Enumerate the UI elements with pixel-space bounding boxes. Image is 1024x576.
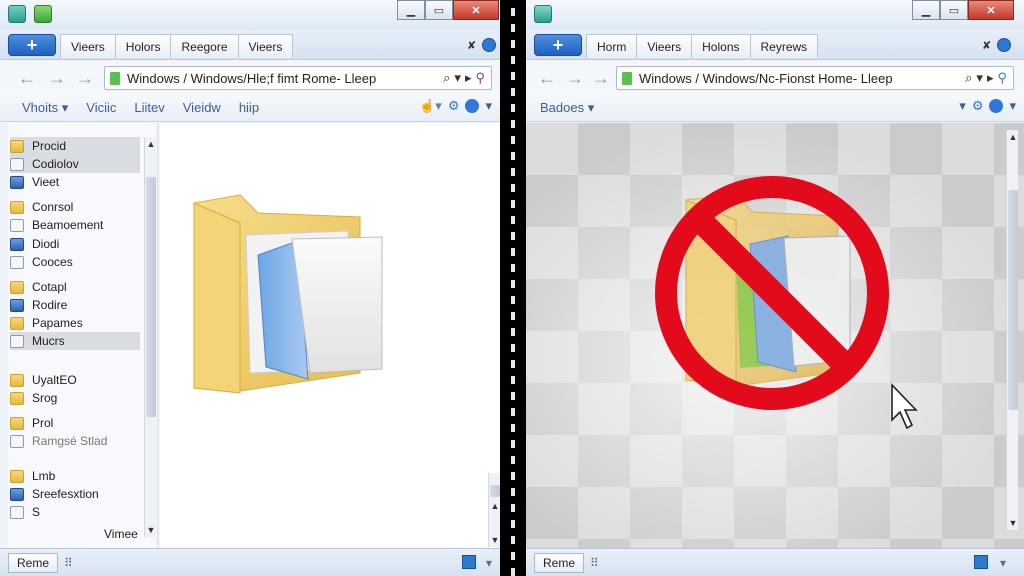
app-icon	[34, 5, 52, 23]
document-icon	[10, 334, 24, 348]
app-icon	[10, 487, 24, 501]
tab[interactable]: Reegore	[170, 34, 239, 58]
nav-item[interactable]: Diodi	[10, 235, 59, 253]
no-entry-icon	[655, 176, 918, 430]
nav-item[interactable]: Cooces	[10, 253, 73, 271]
folder-icon	[10, 316, 24, 330]
view-tiles-icon[interactable]	[974, 555, 988, 569]
nav-item[interactable]: Papames	[10, 314, 83, 332]
close-button[interactable]: ✕	[453, 0, 499, 20]
nav-footer-label: Vimee	[104, 527, 138, 541]
nav-item[interactable]: Procid	[10, 137, 140, 155]
forward-arrow-icon[interactable]: →	[76, 68, 94, 89]
document-icon	[10, 505, 24, 519]
dropdown-icon[interactable]: ▾	[1000, 556, 1016, 570]
address-bar[interactable]: Windows / Windows/Hle;f fimt Rome- Lleep…	[104, 66, 492, 90]
address-text: Windows / Windows/Hle;f fimt Rome- Lleep	[127, 70, 377, 86]
folder-icon	[10, 391, 24, 405]
app-icon	[10, 298, 24, 312]
title-bar: ▁ ▭ ✕	[0, 0, 500, 30]
settings-icon[interactable]: ⚙	[448, 98, 460, 114]
scroll-thumb[interactable]	[146, 177, 156, 417]
mouse-pointer-icon	[891, 383, 918, 430]
tab[interactable]: Holors	[114, 34, 172, 58]
pin-icon[interactable]: ✘	[467, 39, 476, 52]
command-organize[interactable]: Vhoits ▾	[22, 100, 68, 116]
refresh-icon[interactable]	[482, 38, 497, 52]
nav-item[interactable]: Prol	[10, 414, 53, 432]
address-row: ← → → Windows / Windows/Hle;f fimt Rome-…	[0, 60, 500, 94]
folder-icon	[10, 139, 24, 153]
plus-icon: +	[26, 34, 38, 55]
status-bar: Reme ⠿ ▾	[0, 548, 500, 576]
explorer-window-left: ▁ ▭ ✕ + Vieers Holors Reegore Vieers ✘ ←…	[0, 0, 500, 576]
back-arrow-icon[interactable]: ←	[18, 68, 36, 89]
folder-icon	[10, 416, 24, 430]
split-divider	[500, 0, 526, 576]
document-icon	[10, 255, 24, 269]
dropdown-icon[interactable]: ▾	[485, 98, 492, 114]
nav-item[interactable]: Beamoement	[10, 216, 103, 234]
command-list[interactable]: Liitev	[134, 100, 164, 115]
document-icon	[10, 218, 24, 232]
status-label[interactable]: Reme	[534, 553, 585, 573]
status-label[interactable]: Reme	[8, 553, 59, 573]
app-icon	[8, 5, 26, 23]
command-bar: Vhoits ▾ Viciic Liitev Vieidw hiip ☝▾ ⚙ …	[0, 94, 500, 122]
nav-item[interactable]: Lmb	[10, 467, 55, 485]
close-icon: ✕	[471, 4, 481, 17]
nav-item[interactable]: Rodire	[10, 296, 67, 314]
navigation-pane: Procid Codiolov Vieet Conrsol Beamoement…	[8, 123, 158, 548]
minimize-button[interactable]: ▁	[397, 0, 425, 20]
new-tab-button[interactable]: +	[8, 34, 56, 56]
scroll-down-icon[interactable]: ▼	[145, 525, 157, 535]
folder-icon	[10, 469, 24, 483]
app-icon	[10, 237, 24, 251]
search-icon[interactable]: ⚲	[475, 70, 485, 86]
nav-item[interactable]: Srog	[10, 389, 57, 407]
tab[interactable]: Vieers	[60, 34, 116, 58]
command-view[interactable]: Viciic	[86, 100, 116, 115]
tab[interactable]: Vieers	[237, 34, 294, 58]
explorer-window-right: ▁ ▭ ✕ + Horm Vieers Holons Reyrews ✘ ← →…	[526, 0, 1024, 576]
document-icon	[10, 434, 24, 448]
dropdown-icon[interactable]: ▾	[454, 70, 461, 86]
folder-icon	[193, 194, 383, 394]
nav-item[interactable]: Mucrs	[10, 332, 140, 350]
folder-icon	[10, 200, 24, 214]
nav-item[interactable]: S	[10, 503, 40, 521]
forward-arrow-icon[interactable]: ▸	[465, 70, 472, 86]
folder-icon	[10, 280, 24, 294]
document-icon	[10, 157, 24, 171]
view-tiles-icon[interactable]	[462, 555, 476, 569]
nav-item[interactable]: Vieet	[10, 173, 59, 191]
maximize-icon: ▭	[433, 4, 445, 17]
minimize-icon: ▁	[406, 4, 416, 17]
forward-arrow-icon[interactable]: →	[48, 68, 66, 89]
content-pane: ▲ ▼	[160, 123, 500, 548]
nav-item[interactable]: Conrsol	[10, 198, 73, 216]
dropdown-icon[interactable]: ▾	[486, 556, 500, 570]
status-bar: Reme ⠿ ▾	[526, 548, 1024, 576]
app-icon	[10, 175, 24, 189]
nav-item[interactable]: Cotapl	[10, 278, 67, 296]
nav-item[interactable]: Sreefesxtion	[10, 485, 99, 503]
view-details-icon[interactable]: ⠿	[64, 556, 80, 570]
help-icon[interactable]	[465, 99, 480, 113]
maximize-button[interactable]: ▭	[425, 0, 453, 20]
tab-bar: + Vieers Holors Reegore Vieers ✘	[0, 30, 500, 60]
nav-item[interactable]: Ramgsé Stlad	[10, 432, 107, 450]
scroll-up-icon[interactable]: ▲	[145, 139, 157, 149]
search-icon[interactable]: ⌕	[443, 70, 450, 86]
folder-icon	[110, 72, 120, 85]
nav-scrollbar[interactable]: ▲ ▼	[144, 137, 156, 537]
view-details-icon[interactable]: ⠿	[590, 556, 606, 570]
command-view-2[interactable]: Vieidw	[183, 100, 221, 115]
touch-icon[interactable]: ☝▾	[419, 98, 442, 114]
nav-item[interactable]: Codiolov	[10, 155, 140, 173]
command-help[interactable]: hiip	[239, 100, 259, 115]
nav-item[interactable]: UyaltEO	[10, 371, 77, 389]
folder-icon	[10, 373, 24, 387]
